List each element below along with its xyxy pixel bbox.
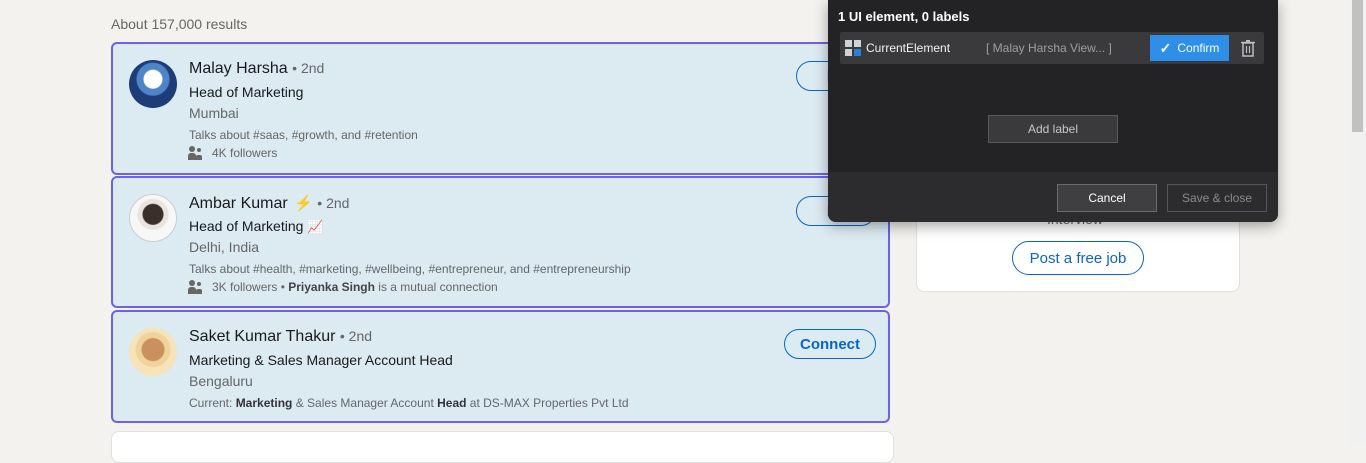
mutual-connection-name[interactable]: Priyanka Singh xyxy=(288,280,375,294)
search-result-card[interactable]: Saket Kumar Thakur • 2nd Marketing & Sal… xyxy=(111,310,890,423)
search-result-card[interactable] xyxy=(111,431,894,463)
labeling-panel: 1 UI element, 0 labels CurrentElement [ … xyxy=(828,0,1278,222)
followers-count: 4K followers xyxy=(212,146,278,160)
talks-about: Talks about #saas, #growth, and #retenti… xyxy=(189,128,418,142)
connection-degree: • 2nd xyxy=(339,328,373,344)
panel-footer: Cancel Save & close xyxy=(828,172,1278,222)
grid-icon xyxy=(845,40,861,56)
confirm-label: Confirm xyxy=(1177,41,1220,55)
avatar[interactable] xyxy=(129,194,177,242)
element-name: CurrentElement xyxy=(866,41,951,55)
chart-emoji: 📈 xyxy=(307,219,324,234)
check-icon: ✓ xyxy=(1159,39,1172,56)
search-result-card[interactable]: Ambar Kumar ⚡ • 2nd Head of Marketing 📈 … xyxy=(111,176,890,308)
followers-line: 3K followers • Priyanka Singh is a mutua… xyxy=(188,280,498,294)
post-job-button[interactable]: Post a free job xyxy=(1012,241,1144,275)
location: Bengaluru xyxy=(189,373,253,389)
person-name[interactable]: Saket Kumar Thakur xyxy=(189,328,335,345)
current-highlight: Head xyxy=(437,396,467,410)
name-line: Saket Kumar Thakur • 2nd xyxy=(189,328,372,346)
current-mid: & Sales Manager Account xyxy=(292,396,438,410)
element-row[interactable]: CurrentElement [ Malay Harsha View... ] … xyxy=(840,32,1264,64)
people-icon xyxy=(188,146,203,160)
search-result-card[interactable]: Malay Harsha • 2nd Head of Marketing Mum… xyxy=(111,42,890,175)
current-prefix: Current: xyxy=(189,396,236,410)
scrollbar-thumb[interactable] xyxy=(1352,0,1363,132)
scrollbar[interactable] xyxy=(1349,0,1366,445)
talks-about: Talks about #health, #marketing, #wellbe… xyxy=(189,262,631,276)
followers-line: 4K followers xyxy=(188,146,278,160)
avatar[interactable] xyxy=(129,328,177,376)
person-name[interactable]: Ambar Kumar xyxy=(189,195,288,212)
people-icon xyxy=(188,280,203,294)
name-line: Malay Harsha • 2nd xyxy=(189,60,324,78)
avatar[interactable] xyxy=(129,60,177,108)
panel-title: 1 UI element, 0 labels xyxy=(838,9,970,24)
lightning-icon: ⚡ xyxy=(294,195,313,212)
results-count: About 157,000 results xyxy=(111,16,248,32)
connection-degree: • 2nd xyxy=(317,195,350,211)
element-value: [ Malay Harsha View... ] xyxy=(986,41,1112,55)
current-highlight: Marketing xyxy=(235,396,293,410)
name-line: Ambar Kumar ⚡ • 2nd xyxy=(189,194,349,213)
connect-button[interactable]: Connect xyxy=(784,329,876,359)
current-position: Current: Marketing & Sales Manager Accou… xyxy=(189,396,629,410)
confirm-button[interactable]: ✓ Confirm xyxy=(1150,35,1229,61)
headline: Marketing & Sales Manager Account Head xyxy=(189,352,453,368)
connection-degree: • 2nd xyxy=(292,60,325,76)
headline: Head of Marketing xyxy=(189,84,304,100)
person-name[interactable]: Malay Harsha xyxy=(189,60,288,77)
save-close-button[interactable]: Save & close xyxy=(1167,184,1267,212)
trash-icon[interactable] xyxy=(1240,39,1256,57)
cancel-button[interactable]: Cancel xyxy=(1057,184,1157,212)
location: Delhi, India xyxy=(189,239,260,255)
followers-count: 3K followers xyxy=(212,280,278,294)
location: Mumbai xyxy=(189,105,239,121)
headline-text: Head of Marketing xyxy=(189,218,304,234)
headline: Head of Marketing 📈 xyxy=(189,218,323,235)
current-suffix: at DS-MAX Properties Pvt Ltd xyxy=(466,396,629,410)
mutual-connection-text: is a mutual connection xyxy=(374,280,498,294)
mutual-separator: • xyxy=(277,280,289,294)
add-label-button[interactable]: Add label xyxy=(988,115,1118,143)
